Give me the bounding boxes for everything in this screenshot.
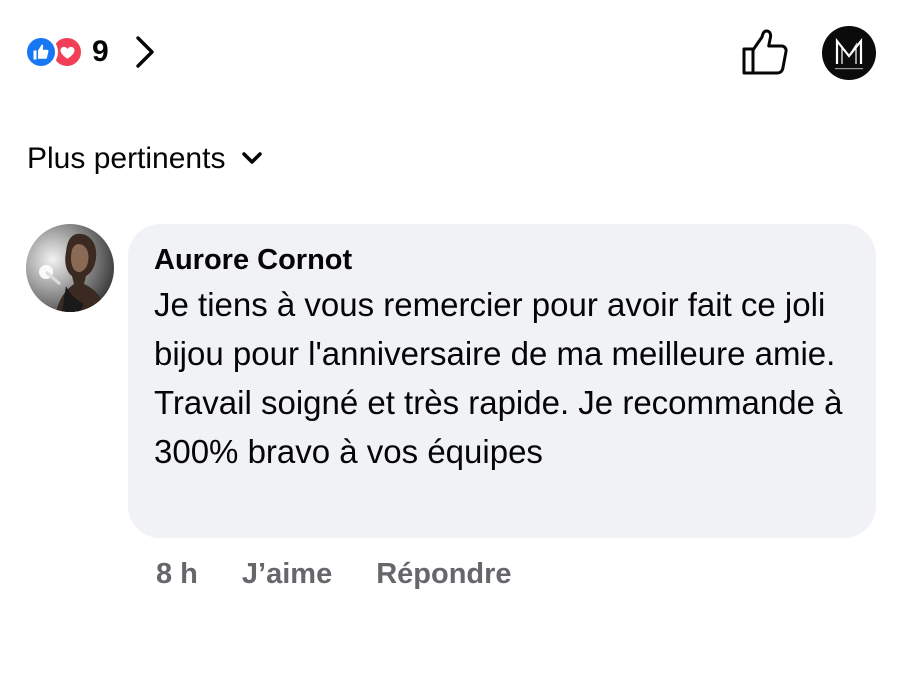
comment-text: Je tiens à vous remercier pour avoir fai… [154, 286, 843, 470]
comments-panel: 9 Plus pertinents Aurore Cornot Je tiens… [0, 0, 901, 696]
like-reaction-icon [24, 35, 58, 69]
profile-photo [26, 224, 114, 312]
comment-bubble: Aurore Cornot Je tiens à vous remercier … [128, 224, 876, 538]
chevron-right-icon [135, 36, 154, 68]
like-comment-button[interactable]: J’aime [242, 558, 332, 591]
reply-button[interactable]: Répondre [376, 558, 511, 591]
comment-actions: 8 h J’aime Répondre [156, 554, 512, 594]
reaction-count: 9 [92, 35, 109, 68]
comment-author[interactable]: Aurore Cornot [154, 242, 852, 278]
reactions-summary[interactable]: 9 [24, 32, 157, 72]
chevron-down-icon [242, 152, 263, 164]
comment-timestamp[interactable]: 8 h [156, 558, 198, 591]
page-avatar[interactable] [822, 26, 876, 80]
commenter-avatar[interactable] [26, 224, 114, 312]
comment-sort-selector[interactable]: Plus pertinents [27, 136, 263, 182]
thumbs-up-icon[interactable] [740, 28, 790, 76]
sort-label: Plus pertinents [27, 142, 226, 175]
brand-logo-icon [835, 37, 863, 70]
